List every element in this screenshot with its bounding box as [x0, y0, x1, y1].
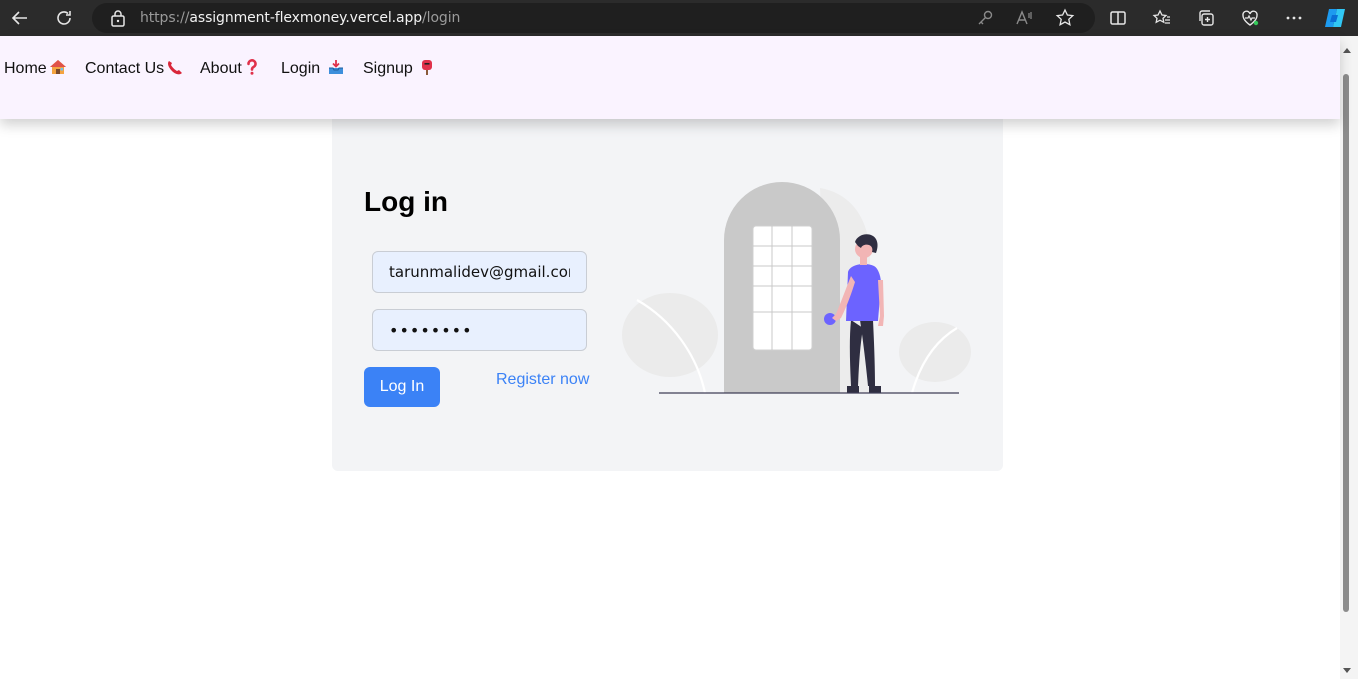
- nav-home-link[interactable]: Home: [4, 59, 66, 78]
- site-navbar: Home Contact Us About Login Signup: [0, 36, 1340, 119]
- nav-about-label: About: [200, 60, 242, 77]
- house-emoji-icon: [49, 59, 66, 75]
- nav-about-link[interactable]: About: [200, 59, 260, 78]
- favorite-star-icon[interactable]: [1053, 6, 1077, 30]
- split-screen-icon[interactable]: [1106, 6, 1130, 30]
- back-icon[interactable]: [8, 6, 32, 30]
- nav-contact-label: Contact Us: [85, 60, 165, 77]
- key-icon[interactable]: [973, 6, 997, 30]
- browser-essentials-icon[interactable]: [1238, 6, 1262, 30]
- page-scrollbar[interactable]: [1340, 36, 1358, 679]
- register-now-link[interactable]: Register now: [496, 371, 589, 389]
- nav-home-label: Home: [4, 60, 47, 77]
- email-input[interactable]: [372, 251, 587, 293]
- nav-contact-link[interactable]: Contact Us: [85, 59, 183, 78]
- lock-icon: [110, 9, 128, 27]
- scroll-down-arrow-icon[interactable]: [1341, 663, 1353, 673]
- nav-signup-label: Signup: [363, 60, 413, 77]
- password-input[interactable]: [372, 309, 587, 351]
- nav-signup-link[interactable]: Signup: [363, 59, 435, 78]
- scroll-up-arrow-icon[interactable]: [1341, 42, 1353, 53]
- collections-icon[interactable]: [1194, 6, 1218, 30]
- inbox-tray-emoji-icon: [327, 59, 343, 75]
- scrollbar-thumb[interactable]: [1343, 74, 1349, 612]
- browser-toolbar: https://assignment-flexmoney.vercel.app/…: [0, 0, 1358, 36]
- read-aloud-icon[interactable]: [1013, 6, 1037, 30]
- login-title: Log in: [364, 186, 448, 217]
- telephone-emoji-icon: [166, 59, 183, 75]
- postbox-emoji-icon: [419, 59, 435, 75]
- login-submit-button[interactable]: Log In: [364, 367, 440, 407]
- refresh-icon[interactable]: [52, 6, 76, 30]
- url-text: https://assignment-flexmoney.vercel.app/…: [140, 10, 461, 26]
- nav-login-label: Login: [281, 60, 321, 77]
- nav-login-link[interactable]: Login: [281, 59, 343, 78]
- copilot-icon[interactable]: [1323, 6, 1347, 30]
- door-illustration: [615, 180, 975, 400]
- question-mark-emoji-icon: [244, 59, 260, 75]
- favorites-icon[interactable]: [1150, 6, 1174, 30]
- more-options-icon[interactable]: [1282, 6, 1306, 30]
- address-bar[interactable]: https://assignment-flexmoney.vercel.app/…: [92, 3, 1095, 33]
